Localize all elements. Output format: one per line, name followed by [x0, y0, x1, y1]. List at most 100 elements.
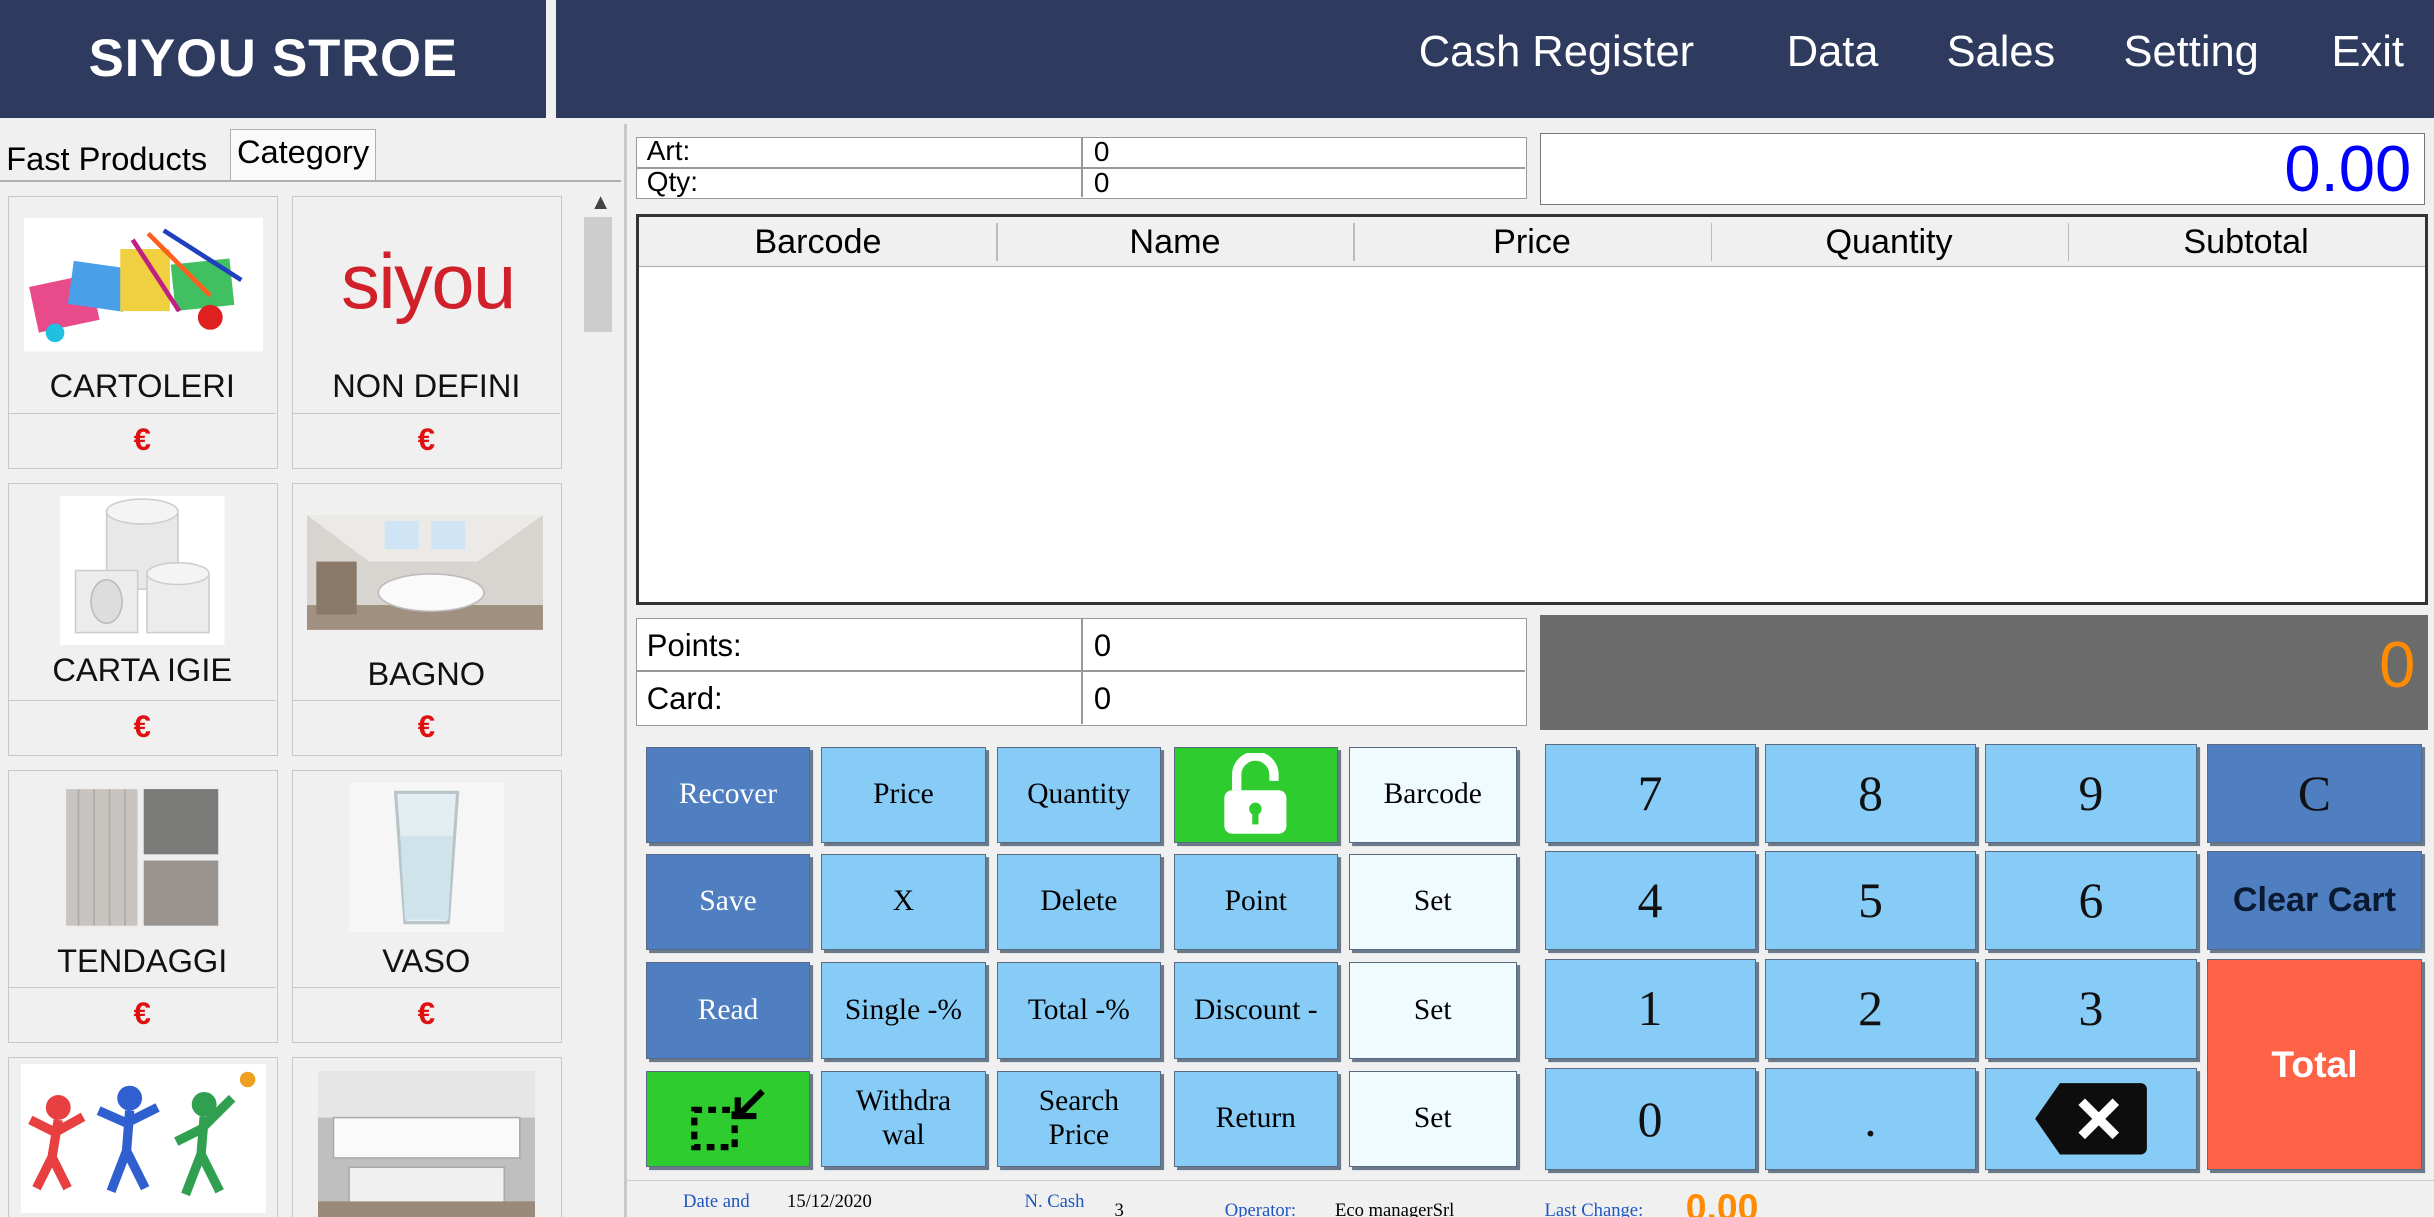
sports-image: [21, 1064, 267, 1214]
key-9[interactable]: 9: [1985, 743, 2197, 843]
cart-table[interactable]: Barcode Name Price Quantity Subtotal: [636, 214, 2428, 606]
scrollbar-thumb[interactable]: [583, 217, 612, 333]
card-label: Card:: [646, 680, 723, 716]
product-price: €: [133, 996, 151, 1032]
points-label: Points:: [646, 628, 742, 664]
key-5[interactable]: 5: [1764, 850, 1977, 950]
cart-table-header: Barcode Name Price Quantity Subtotal: [639, 217, 2425, 267]
single-discount-button[interactable]: Single -%: [821, 962, 986, 1059]
return-button[interactable]: Return: [1173, 1071, 1339, 1168]
tab-category[interactable]: Category: [229, 128, 377, 182]
col-subtotal[interactable]: Subtotal: [2068, 223, 2425, 262]
save-button[interactable]: Save: [645, 853, 811, 950]
product-card-cartoleri[interactable]: CARTOLERI €: [7, 195, 278, 469]
cash-value: 3: [1114, 1199, 1124, 1217]
product-scrollbar[interactable]: [580, 183, 618, 1217]
date-value: 15/12/2020: [787, 1190, 872, 1212]
product-name: BAGNO: [367, 654, 486, 692]
product-name: TENDAGGI: [57, 941, 228, 979]
set-return-button[interactable]: Set: [1348, 1071, 1517, 1168]
total-amount: 0.00: [2284, 132, 2412, 206]
points-value: 0: [1093, 628, 1112, 664]
set-discount-button[interactable]: Set: [1348, 962, 1517, 1059]
key-0[interactable]: 0: [1544, 1067, 1756, 1171]
clear-cart-button[interactable]: Clear Cart: [2207, 850, 2422, 950]
quantity-button[interactable]: Quantity: [996, 746, 1162, 843]
minimize-button[interactable]: [645, 1071, 811, 1168]
curtains-image: [63, 786, 222, 930]
nav-exit[interactable]: Exit: [2332, 28, 2404, 77]
points-panel: Points: 0 Card: 0: [636, 617, 1528, 727]
x-button[interactable]: X: [821, 853, 986, 950]
product-name: CARTOLERI: [49, 367, 235, 405]
product-card-tendaggi[interactable]: TENDAGGI €: [7, 769, 278, 1044]
scroll-up-icon[interactable]: ▲: [590, 189, 612, 215]
barcode-button[interactable]: Barcode: [1348, 746, 1517, 843]
nav-cash-register[interactable]: Cash Register: [1419, 28, 1694, 77]
col-price[interactable]: Price: [1353, 223, 1710, 262]
total-discount-button[interactable]: Total -%: [996, 962, 1162, 1059]
key-decimal[interactable]: .: [1764, 1067, 1977, 1171]
siyou-logo: siyou: [341, 238, 516, 325]
product-card-carta-igie[interactable]: CARTA IGIE €: [7, 482, 278, 756]
nav-setting[interactable]: Setting: [2124, 28, 2259, 77]
key-4[interactable]: 4: [1544, 850, 1756, 950]
key-3[interactable]: 3: [1985, 959, 2197, 1059]
status-bar: [627, 1179, 2434, 1217]
date-label: Date and: [683, 1190, 750, 1212]
kitchen-image: [317, 1070, 535, 1217]
backspace-icon: [2035, 1083, 2147, 1155]
product-grid: CARTOLERI € siyou NON DEFINI € CARTA IGI…: [0, 183, 621, 1217]
key-2[interactable]: 2: [1764, 959, 1977, 1059]
product-card-vaso[interactable]: VASO €: [291, 769, 562, 1044]
backspace-button[interactable]: [1985, 1067, 2197, 1171]
recover-button[interactable]: Recover: [645, 746, 811, 843]
toilet-paper-image: [59, 496, 225, 646]
unlock-button[interactable]: [1173, 746, 1339, 843]
read-button[interactable]: Read: [645, 962, 811, 1059]
key-1[interactable]: 1: [1544, 959, 1756, 1059]
total-display: 0.00: [1539, 132, 2425, 206]
key-6[interactable]: 6: [1985, 850, 2197, 950]
operator-label: Operator:: [1224, 1199, 1297, 1217]
product-price: €: [417, 709, 435, 745]
withdrawal-button[interactable]: Withdra wal: [821, 1071, 986, 1168]
product-name: NON DEFINI: [332, 367, 521, 405]
point-button[interactable]: Point: [1173, 853, 1339, 950]
qty-label: Qty:: [646, 165, 698, 197]
key-8[interactable]: 8: [1764, 743, 1977, 843]
nav-sales[interactable]: Sales: [1947, 28, 2056, 77]
product-card-non-defini[interactable]: siyou NON DEFINI €: [291, 195, 562, 469]
product-price: €: [417, 996, 435, 1032]
panel-divider: [624, 124, 628, 1217]
art-value: 0: [1093, 136, 1110, 168]
tab-fast-products[interactable]: Fast Products: [0, 136, 214, 181]
product-card-sport[interactable]: [7, 1057, 278, 1217]
minimize-icon: [690, 1089, 765, 1151]
bathroom-image: [306, 514, 543, 630]
nav-data[interactable]: Data: [1787, 28, 1879, 77]
art-label: Art:: [646, 134, 691, 166]
col-name[interactable]: Name: [996, 223, 1353, 262]
set-point-button[interactable]: Set: [1348, 853, 1517, 950]
delete-button[interactable]: Delete: [996, 853, 1162, 950]
change-amount: 0: [2379, 628, 2416, 702]
product-card-kitchen[interactable]: [291, 1057, 562, 1217]
total-button[interactable]: Total: [2207, 959, 2422, 1171]
last-change-label: Last Change:: [1544, 1199, 1644, 1217]
card-value: 0: [1093, 680, 1112, 716]
tab-divider: [0, 180, 621, 182]
summary-panel: Art: 0 Qty: 0: [636, 134, 1528, 199]
product-card-bagno[interactable]: BAGNO €: [291, 482, 562, 756]
operator-value: Eco managerSrl: [1334, 1199, 1455, 1217]
search-price-button[interactable]: Search Price: [996, 1071, 1162, 1168]
col-quantity[interactable]: Quantity: [1711, 223, 2068, 262]
clear-entry-button[interactable]: C: [2207, 743, 2422, 843]
discount-button[interactable]: Discount -: [1173, 962, 1339, 1059]
price-button[interactable]: Price: [821, 746, 986, 843]
product-price: €: [133, 421, 151, 457]
qty-value: 0: [1093, 167, 1110, 199]
col-barcode[interactable]: Barcode: [639, 223, 996, 262]
key-7[interactable]: 7: [1544, 743, 1756, 843]
unlock-icon: [1224, 752, 1287, 834]
